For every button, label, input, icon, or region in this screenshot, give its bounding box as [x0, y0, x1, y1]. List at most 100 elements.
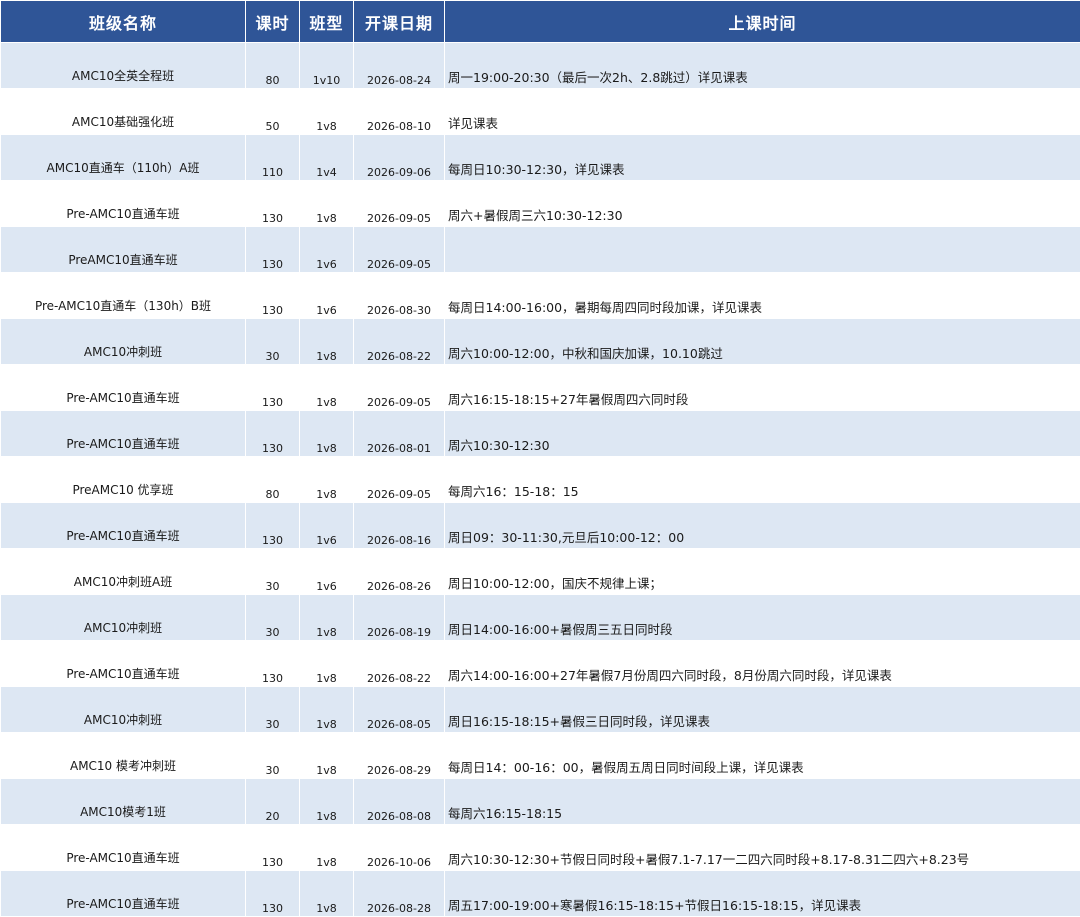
cell-start-date: 2026-08-26 [354, 549, 445, 595]
cell-class-type: 1v10 [300, 43, 354, 89]
cell-hours: 30 [246, 733, 300, 779]
cell-class-name: AMC10冲刺班 [1, 595, 246, 641]
cell-class-type: 1v8 [300, 825, 354, 871]
cell-class-type: 1v8 [300, 181, 354, 227]
header-class-type: 班型 [300, 1, 354, 43]
cell-class-time: 每周六16：15-18：15 [445, 457, 1080, 503]
cell-hours: 30 [246, 687, 300, 733]
cell-class-type: 1v8 [300, 411, 354, 457]
cell-start-date: 2026-08-22 [354, 319, 445, 365]
cell-class-type: 1v8 [300, 641, 354, 687]
cell-hours: 30 [246, 595, 300, 641]
table-row: AMC10冲刺班 30 1v8 2026-08-22 周六10:00-12:00… [1, 319, 1080, 365]
cell-class-time: 周日09：30-11:30,元旦后10:00-12：00 [445, 503, 1080, 549]
cell-class-name: AMC10冲刺班A班 [1, 549, 246, 595]
cell-class-type: 1v8 [300, 457, 354, 503]
cell-hours: 130 [246, 365, 300, 411]
cell-class-time: 周六10:30-12:30 [445, 411, 1080, 457]
cell-start-date: 2026-08-22 [354, 641, 445, 687]
cell-hours: 130 [246, 273, 300, 319]
cell-class-name: AMC10全英全程班 [1, 43, 246, 89]
cell-start-date: 2026-09-05 [354, 181, 445, 227]
cell-class-time: 周日16:15-18:15+暑假三日同时段，详见课表 [445, 687, 1080, 733]
cell-class-name: Pre-AMC10直通车（130h）B班 [1, 273, 246, 319]
cell-start-date: 2026-09-05 [354, 227, 445, 273]
cell-start-date: 2026-08-10 [354, 89, 445, 135]
header-class-time: 上课时间 [445, 1, 1080, 43]
cell-class-name: Pre-AMC10直通车班 [1, 411, 246, 457]
cell-class-name: AMC10冲刺班 [1, 687, 246, 733]
header-hours: 课时 [246, 1, 300, 43]
cell-class-type: 1v4 [300, 135, 354, 181]
cell-class-time: 每周六16:15-18:15 [445, 779, 1080, 825]
cell-class-name: AMC10基础强化班 [1, 89, 246, 135]
cell-class-time: 周六+暑假周三六10:30-12:30 [445, 181, 1080, 227]
cell-class-name: Pre-AMC10直通车班 [1, 871, 246, 917]
cell-class-name: AMC10 模考冲刺班 [1, 733, 246, 779]
cell-class-type: 1v8 [300, 89, 354, 135]
cell-start-date: 2026-08-24 [354, 43, 445, 89]
table-row: AMC10直通车（110h）A班 110 1v4 2026-09-06 每周日1… [1, 135, 1080, 181]
header-start-date: 开课日期 [354, 1, 445, 43]
cell-hours: 80 [246, 457, 300, 503]
header-class-name: 班级名称 [1, 1, 246, 43]
cell-hours: 50 [246, 89, 300, 135]
cell-start-date: 2026-08-29 [354, 733, 445, 779]
cell-hours: 130 [246, 227, 300, 273]
cell-start-date: 2026-10-06 [354, 825, 445, 871]
cell-class-time: 周六14:00-16:00+27年暑假7月份周四六同时段，8月份周六同时段，详见… [445, 641, 1080, 687]
table-row: PreAMC10 优享班 80 1v8 2026-09-05 每周六16：15-… [1, 457, 1080, 503]
cell-class-time: 周日14:00-16:00+暑假周三五日同时段 [445, 595, 1080, 641]
table-row: Pre-AMC10直通车班 130 1v8 2026-08-01 周六10:30… [1, 411, 1080, 457]
table-row: Pre-AMC10直通车班 130 1v8 2026-08-22 周六14:00… [1, 641, 1080, 687]
cell-hours: 30 [246, 549, 300, 595]
cell-class-type: 1v8 [300, 779, 354, 825]
cell-start-date: 2026-08-30 [354, 273, 445, 319]
cell-hours: 130 [246, 641, 300, 687]
cell-class-name: Pre-AMC10直通车班 [1, 503, 246, 549]
table-row: AMC10冲刺班A班 30 1v6 2026-08-26 周日10:00-12:… [1, 549, 1080, 595]
cell-hours: 130 [246, 871, 300, 917]
cell-class-type: 1v8 [300, 871, 354, 917]
cell-start-date: 2026-08-19 [354, 595, 445, 641]
table-row: Pre-AMC10直通车班 130 1v8 2026-09-05 周六16:15… [1, 365, 1080, 411]
table-row: Pre-AMC10直通车班 130 1v8 2026-09-05 周六+暑假周三… [1, 181, 1080, 227]
cell-start-date: 2026-08-08 [354, 779, 445, 825]
cell-hours: 20 [246, 779, 300, 825]
cell-class-type: 1v6 [300, 227, 354, 273]
cell-class-name: Pre-AMC10直通车班 [1, 181, 246, 227]
table-row: Pre-AMC10直通车班 130 1v8 2026-10-06 周六10:30… [1, 825, 1080, 871]
cell-hours: 130 [246, 825, 300, 871]
cell-class-time: 周日10:00-12:00，国庆不规律上课； [445, 549, 1080, 595]
cell-class-time: 周六16:15-18:15+27年暑假周四六同时段 [445, 365, 1080, 411]
cell-class-name: Pre-AMC10直通车班 [1, 365, 246, 411]
cell-class-type: 1v8 [300, 365, 354, 411]
cell-class-name: AMC10模考1班 [1, 779, 246, 825]
cell-class-type: 1v6 [300, 549, 354, 595]
cell-class-time: 每周日14:00-16:00，暑期每周四同时段加课，详见课表 [445, 273, 1080, 319]
cell-class-name: PreAMC10直通车班 [1, 227, 246, 273]
cell-start-date: 2026-08-28 [354, 871, 445, 917]
table-row: Pre-AMC10直通车班 130 1v6 2026-08-16 周日09：30… [1, 503, 1080, 549]
table-row: AMC10 模考冲刺班 30 1v8 2026-08-29 每周日14：00-1… [1, 733, 1080, 779]
cell-hours: 80 [246, 43, 300, 89]
cell-class-time: 周六10:30-12:30+节假日同时段+暑假7.1-7.17一二四六同时段+8… [445, 825, 1080, 871]
cell-class-time: 周六10:00-12:00，中秋和国庆加课，10.10跳过 [445, 319, 1080, 365]
cell-hours: 30 [246, 319, 300, 365]
table-row: PreAMC10直通车班 130 1v6 2026-09-05 [1, 227, 1080, 273]
cell-start-date: 2026-08-01 [354, 411, 445, 457]
cell-class-time: 周五17:00-19:00+寒暑假16:15-18:15+节假日16:15-18… [445, 871, 1080, 917]
cell-start-date: 2026-08-16 [354, 503, 445, 549]
cell-class-type: 1v8 [300, 687, 354, 733]
cell-class-time: 详见课表 [445, 89, 1080, 135]
cell-class-time [445, 227, 1080, 273]
class-schedule-table: 班级名称 课时 班型 开课日期 上课时间 AMC10全英全程班 80 1v10 … [0, 0, 1080, 917]
cell-hours: 130 [246, 411, 300, 457]
cell-class-type: 1v8 [300, 733, 354, 779]
cell-class-time: 每周日14：00-16：00，暑假周五周日同时间段上课，详见课表 [445, 733, 1080, 779]
cell-hours: 130 [246, 181, 300, 227]
cell-class-type: 1v8 [300, 595, 354, 641]
cell-start-date: 2026-09-06 [354, 135, 445, 181]
table-row: Pre-AMC10直通车（130h）B班 130 1v6 2026-08-30 … [1, 273, 1080, 319]
cell-start-date: 2026-09-05 [354, 457, 445, 503]
